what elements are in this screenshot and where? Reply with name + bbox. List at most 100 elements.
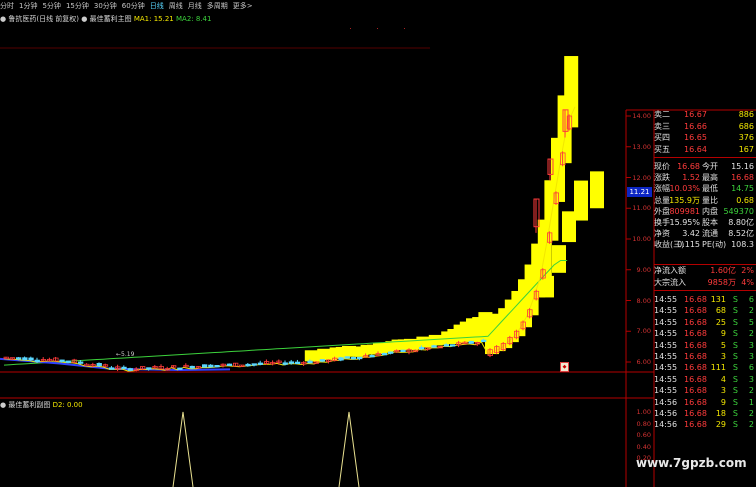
tick-time: 14:55: [654, 352, 678, 361]
inflow-value: 1.60亿: [710, 266, 736, 275]
inflow-label: 净流入额: [654, 266, 686, 275]
tick-volume: 3: [720, 386, 726, 396]
indicator-spike: [338, 411, 360, 487]
tick-count: 3: [748, 352, 754, 361]
indicator-pane-title: ● 最佳蓄利副图 D2: 0.00: [0, 400, 83, 410]
trend-band-block: [590, 171, 604, 209]
tick-row: 14:55 16.68 3 S 3: [654, 352, 756, 362]
stat-value: 15.95%: [669, 218, 700, 227]
tick-side: S: [732, 329, 738, 339]
stat-value: 8.52亿: [728, 229, 754, 239]
tick-count: 2: [748, 420, 754, 430]
candle-body: [480, 339, 487, 342]
tick-side: S: [732, 374, 738, 384]
tick-side: S: [732, 397, 738, 407]
candle-body: [418, 346, 425, 350]
order-level-label: 买五: [654, 144, 670, 154]
price-tick-label: 8.00: [636, 296, 651, 305]
candle-body: [381, 353, 388, 356]
tick-volume: 4: [720, 374, 726, 384]
stat-label: 最高: [702, 173, 718, 183]
tick-time: 14:55: [654, 329, 678, 339]
tick-count: 1: [748, 397, 754, 407]
candle-body: [356, 356, 363, 360]
tick-price: 16.68: [684, 317, 707, 327]
indicator-pane-name[interactable]: 最佳蓄利副图: [8, 401, 50, 409]
tick-price: 16.68: [684, 329, 707, 339]
stat-label: 流通: [702, 229, 718, 239]
net-inflow-row: 大宗流入 9858万 4%: [654, 278, 756, 288]
header-dot: [404, 28, 405, 29]
tick-price: 16.68: [684, 409, 707, 418]
stat-value: 16.68: [677, 162, 700, 171]
price-tick-label: 7.00: [636, 327, 651, 336]
candle-body: [146, 367, 152, 370]
tick-volume: 29: [715, 420, 726, 430]
candle-body: [189, 365, 195, 369]
candle-body: [59, 359, 65, 362]
tick-count: 6: [748, 295, 754, 304]
stat-value: 0.68: [736, 195, 754, 205]
current-price-tag: 11.21: [627, 187, 652, 197]
stat-value: 3.42: [682, 229, 700, 239]
tick-row: 14:56 16.68 18 S 2: [654, 409, 756, 419]
stats-row: 涨幅 10.03% 最低 14.75: [654, 184, 756, 194]
stat-label: 涨跌: [654, 173, 670, 183]
d2-label: D2: 0.00: [52, 401, 83, 409]
indicator-tick-label: 1.00: [636, 408, 651, 416]
tick-price: 16.68: [684, 306, 707, 316]
candle-body: [109, 367, 115, 370]
tick-volume: 9: [720, 329, 726, 339]
tick-row: 14:55 16.68 111 S 6: [654, 363, 756, 373]
candle-body: [34, 359, 40, 363]
stat-value: 8.80亿: [728, 218, 754, 227]
tick-count: 3: [748, 374, 754, 384]
low-price-label: ←5.19: [116, 351, 135, 358]
order-price: 16.65: [684, 133, 707, 142]
tick-side: S: [732, 317, 738, 327]
tick-time: 14:55: [654, 295, 678, 304]
tick-time: 14:56: [654, 420, 678, 430]
trend-band-block: [564, 56, 579, 128]
panel-divider: [654, 264, 756, 265]
order-volume: 376: [738, 133, 754, 142]
tick-time: 14:56: [654, 409, 678, 418]
stat-label: 最低: [702, 184, 718, 194]
tick-row: 14:56 16.68 9 S 1: [654, 398, 756, 408]
tick-volume: 9: [720, 397, 726, 407]
panel-divider: [654, 157, 756, 158]
candle-body: [127, 368, 133, 371]
trend-band-block: [552, 245, 566, 273]
price-tick-label: 11.00: [632, 204, 651, 213]
stat-label: 总量: [654, 195, 670, 205]
candle-body: [28, 357, 34, 361]
order-level-label: 卖二: [654, 110, 670, 119]
candle-body: [468, 340, 474, 344]
candle-body: [431, 345, 437, 348]
tick-price: 16.68: [684, 374, 707, 384]
candle-body: [226, 363, 233, 366]
stats-row: 收益(三) 0.115 PE(动) 108.3: [654, 240, 756, 250]
indicator-axis: 1.00 0.80 0.60 0.40 0.20: [626, 400, 654, 487]
circle-icon: ●: [0, 401, 7, 409]
tick-side: S: [732, 352, 738, 361]
tick-row: 14:55 16.68 9 S 2: [654, 329, 756, 339]
tick-count: 2: [748, 409, 754, 418]
tick-side: S: [732, 363, 738, 373]
stat-label: 现价: [654, 162, 670, 171]
candle-body: [443, 344, 450, 347]
candle-body: [387, 351, 394, 354]
candle-body: [369, 355, 375, 358]
tick-side: S: [732, 409, 738, 418]
tick-volume: 111: [710, 363, 726, 373]
stat-value: 108.3: [731, 240, 754, 250]
tick-volume: 25: [715, 317, 726, 327]
tick-time: 14:55: [654, 317, 678, 327]
candle-body: [65, 360, 71, 363]
quote-panel: 卖二 16.67 886 卖三 16.66 686 买四 16.65 376 买五 16.64 167…: [654, 110, 756, 440]
flag-icon[interactable]: ◆: [560, 362, 569, 372]
price-tick-label: 9.00: [636, 265, 651, 274]
stat-label: 净资: [654, 229, 670, 239]
stat-value: 0.115: [677, 240, 700, 250]
tick-price: 16.68: [684, 363, 707, 373]
